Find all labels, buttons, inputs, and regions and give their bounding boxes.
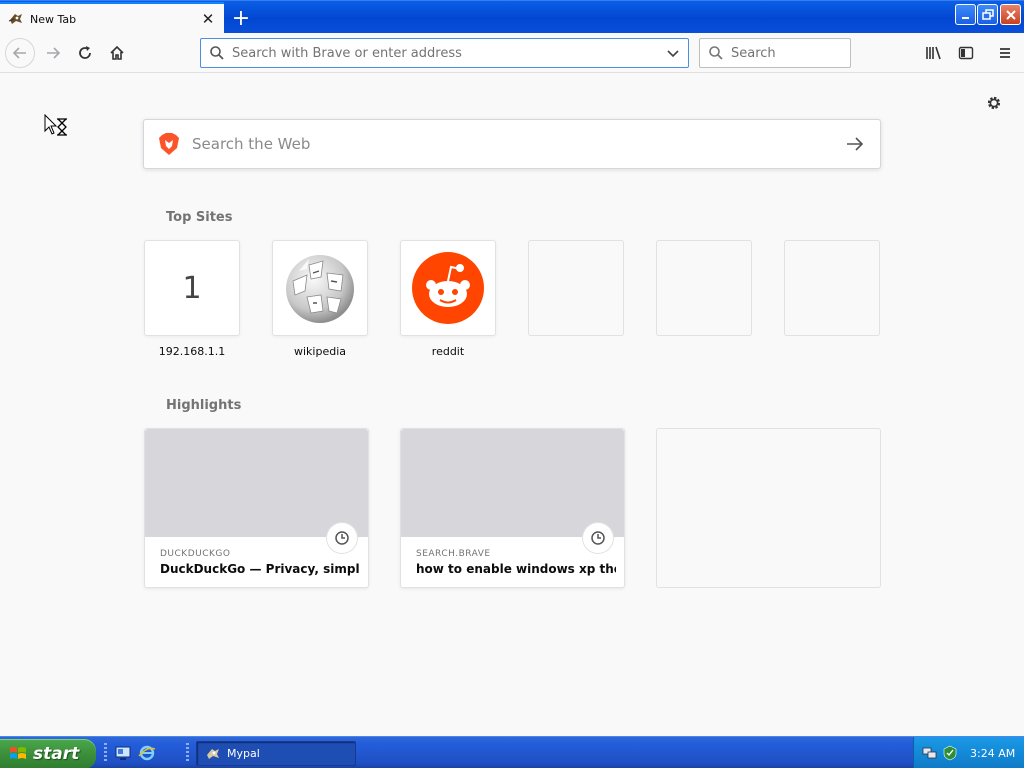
library-button[interactable] [919,38,949,68]
search-bar[interactable]: Search [699,38,851,68]
start-label: start [33,744,80,764]
empty-highlight-slot [656,428,881,588]
tab-strip: New Tab ✕ + [0,0,1024,34]
gear-icon[interactable] [985,94,1003,112]
reddit-icon [412,252,484,324]
web-search-placeholder: Search the Web [192,135,311,153]
taskbar-item-label: Mypal [227,747,260,760]
address-dropdown-button[interactable] [662,42,684,64]
highlight-title: DuckDuckGo — Privacy, simplifi... [160,562,360,576]
highlight-title: how to enable windows xp the... [416,562,616,576]
empty-top-site-slot[interactable] [528,240,624,336]
wikipedia-icon [286,255,354,323]
navigation-toolbar: Search with Brave or enter address Searc… [0,33,1024,73]
highlight-card[interactable]: SEARCH.BRAVE how to enable windows xp th… [400,428,625,588]
menu-button[interactable] [990,38,1020,68]
mypal-icon [207,748,219,759]
tray-clock[interactable]: 3:24 AM [970,747,1015,760]
windows-logo-icon [10,747,26,759]
back-arrow-icon [12,47,26,59]
taskbar-item-mypal[interactable]: Mypal [196,741,356,766]
desktop-icon[interactable] [114,744,132,762]
empty-top-site-slot[interactable] [656,240,752,336]
web-search-box[interactable]: Search the Web [143,119,881,169]
brave-lion-icon [159,133,179,155]
library-icon [926,46,941,60]
mypal-icon [8,14,22,24]
new-tab-button[interactable]: + [228,5,254,31]
start-button[interactable]: start [0,739,96,768]
highlight-card[interactable]: DUCKDUCKGO DuckDuckGo — Privacy, simplif… [144,428,369,588]
search-bar-placeholder: Search [731,45,776,61]
top-site-label: reddit [431,345,465,358]
sidebar-icon [958,46,974,60]
minimize-button[interactable] [955,4,976,25]
highlights-heading: Highlights [166,398,242,413]
search-icon [210,46,224,60]
home-icon [110,45,124,60]
arrow-right-icon[interactable] [844,133,866,155]
search-icon [709,46,723,60]
system-tray: 3:24 AM [913,737,1024,768]
hamburger-menu-icon [1000,48,1010,58]
back-button[interactable] [5,38,35,68]
address-bar-placeholder: Search with Brave or enter address [232,45,462,61]
taskbar-grip [186,743,189,763]
close-window-button[interactable] [1000,4,1021,25]
highlight-preview [401,429,624,537]
top-site-tile-text: 1 [182,270,202,306]
tab-title: New Tab [30,12,77,26]
highlight-host: DUCKDUCKGO [160,549,231,559]
address-bar[interactable]: Search with Brave or enter address [200,38,689,68]
restore-icon [981,8,994,20]
clock-icon [583,523,613,553]
top-site-tile[interactable]: 1 [144,240,240,336]
sidebar-toggle-button[interactable] [951,38,981,68]
restore-button[interactable] [977,4,998,25]
home-button[interactable] [102,38,132,68]
reload-button[interactable] [70,38,100,68]
minimize-icon [961,16,969,19]
internet-explorer-icon[interactable] [138,744,156,762]
clock-icon [327,523,357,553]
highlight-preview [145,429,368,537]
forward-button[interactable] [38,38,68,68]
taskbar: start Mypal 3:24 AM [0,736,1024,768]
quicklaunch-grip [104,743,107,763]
close-tab-icon[interactable]: ✕ [198,9,218,29]
tab-new-tab[interactable]: New Tab ✕ [0,2,224,34]
top-sites-heading: Top Sites [166,210,233,225]
highlight-host: SEARCH.BRAVE [416,549,491,559]
close-icon [1005,9,1016,20]
top-site-tile[interactable] [272,240,368,336]
busy-cursor-icon [44,114,67,136]
top-site-label: wikipedia [293,345,346,358]
network-icon[interactable] [922,745,938,761]
chevron-down-icon [667,50,679,58]
security-shield-icon[interactable] [942,745,958,761]
top-site-label: 192.168.1.1 [158,345,226,358]
reload-icon [79,46,91,59]
forward-arrow-icon [47,47,61,59]
top-site-tile[interactable] [400,240,496,336]
empty-top-site-slot[interactable] [784,240,880,336]
